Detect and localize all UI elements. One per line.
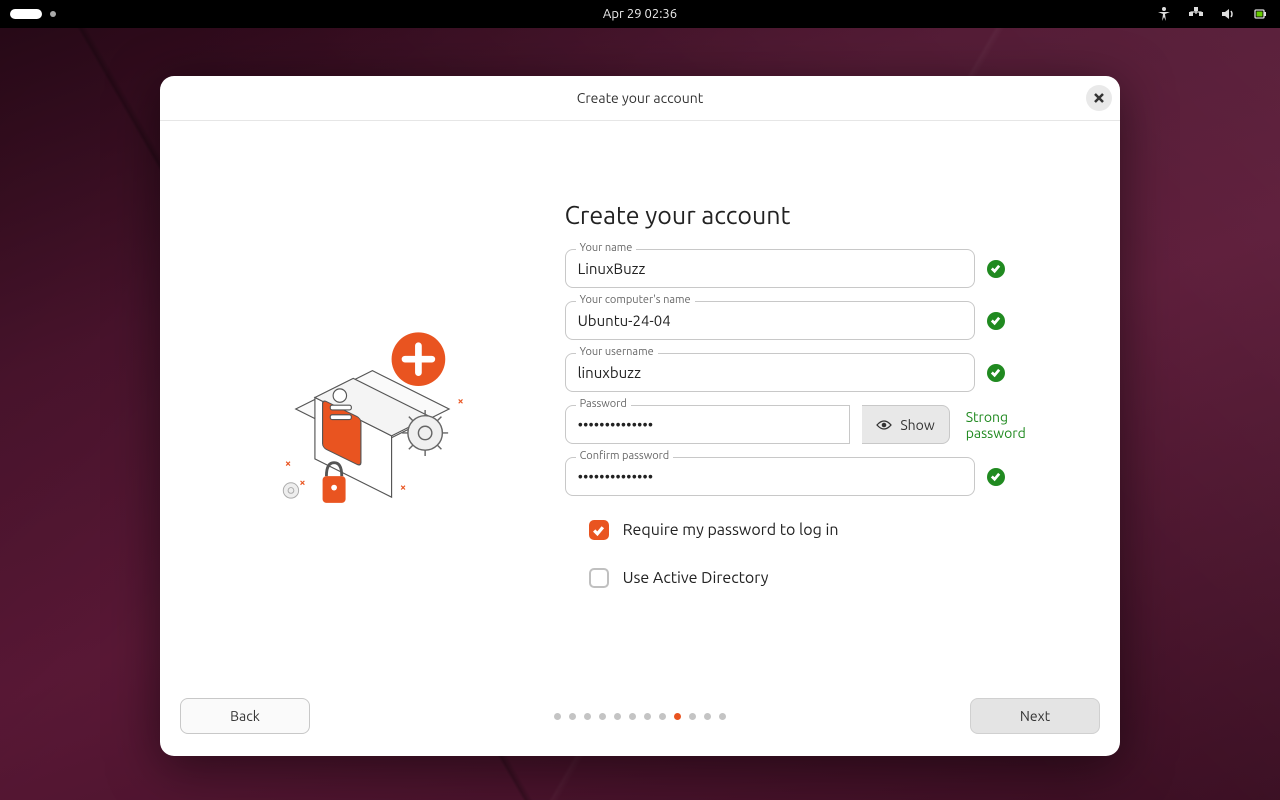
eye-icon — [876, 419, 892, 431]
progress-dot — [689, 713, 696, 720]
progress-dot — [719, 713, 726, 720]
next-button[interactable]: Next — [970, 698, 1100, 734]
back-button[interactable]: Back — [180, 698, 310, 734]
dialog-title: Create your account — [577, 90, 703, 106]
name-label: Your name — [576, 242, 637, 254]
progress-dots — [554, 713, 726, 720]
check-icon — [987, 260, 1005, 278]
progress-dot — [614, 713, 621, 720]
progress-dot — [569, 713, 576, 720]
progress-dot — [584, 713, 591, 720]
password-input[interactable] — [566, 416, 850, 433]
activities-indicator[interactable] — [10, 9, 42, 19]
password-strength: Strong password — [966, 409, 1060, 441]
active-directory-label: Use Active Directory — [623, 569, 769, 587]
account-form: Create your account Your name Your compu… — [565, 161, 1080, 656]
volume-icon[interactable] — [1220, 6, 1236, 22]
workspace-dot — [50, 11, 56, 17]
progress-dot — [674, 713, 681, 720]
form-heading: Create your account — [565, 201, 1060, 229]
require-password-checkbox[interactable] — [589, 520, 609, 540]
confirm-password-label: Confirm password — [576, 450, 674, 462]
dialog-footer: Back Next — [160, 676, 1120, 756]
check-icon — [987, 312, 1005, 330]
progress-dot — [704, 713, 711, 720]
progress-dot — [599, 713, 606, 720]
progress-dot — [659, 713, 666, 720]
close-icon — [1093, 92, 1105, 104]
computer-name-label: Your computer's name — [576, 294, 695, 306]
installer-dialog: Create your account — [160, 76, 1120, 756]
require-password-label: Require my password to log in — [623, 521, 839, 539]
progress-dot — [629, 713, 636, 720]
username-input[interactable] — [566, 364, 974, 381]
progress-dot — [554, 713, 561, 720]
username-label: Your username — [576, 346, 658, 358]
dialog-header: Create your account — [160, 76, 1120, 121]
password-label: Password — [576, 398, 631, 410]
illustration — [200, 161, 565, 656]
accessibility-icon[interactable] — [1156, 6, 1172, 22]
active-directory-checkbox[interactable] — [589, 568, 609, 588]
progress-dot — [644, 713, 651, 720]
check-icon — [987, 468, 1005, 486]
top-panel: Apr 29 02:36 — [0, 0, 1280, 28]
show-password-button[interactable]: Show — [862, 405, 949, 444]
close-button[interactable] — [1086, 85, 1112, 111]
computer-name-input[interactable] — [566, 312, 974, 329]
clock[interactable]: Apr 29 02:36 — [603, 7, 677, 21]
name-input[interactable] — [566, 260, 974, 277]
network-icon[interactable] — [1188, 6, 1204, 22]
power-icon[interactable] — [1252, 6, 1268, 22]
confirm-password-input[interactable] — [566, 468, 974, 485]
check-icon — [987, 364, 1005, 382]
